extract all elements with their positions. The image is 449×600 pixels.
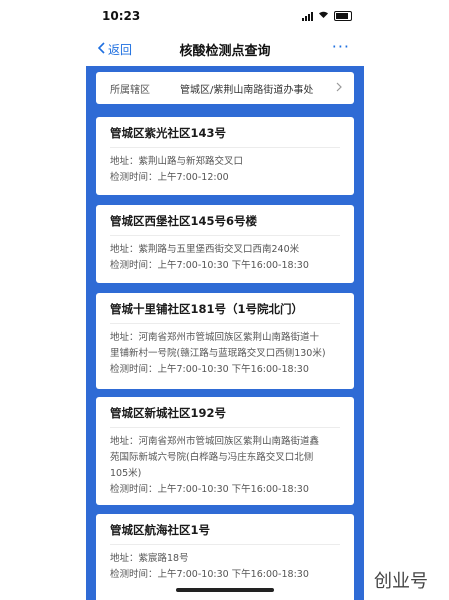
more-button[interactable]: ···: [332, 37, 350, 56]
site-name: 管城区新城社区192号: [110, 406, 227, 420]
site-info: 地址： 河南省郑州市管城回族区紫荆山南路街道鑫 苑国际新城六号院(白桦路与冯庄东路…: [96, 428, 354, 498]
hours-label: 检测时间：: [110, 364, 158, 375]
site-info: 地址： 河南省郑州市管城回族区紫荆山南路街道十 里铺新村一号院(赣江路与蓝珉路交叉…: [96, 324, 354, 378]
status-time: 10:23: [102, 9, 141, 23]
site-hours: 上午7:00-10:30 下午16:00-18:30: [157, 364, 309, 375]
wifi-icon: [318, 10, 329, 22]
site-info: 地址： 紫荆山路与新郑路交叉口 检测时间： 上午7:00-12:00: [96, 148, 354, 186]
site-address-line: 苑国际新城六号院(白桦路与冯庄东路交叉口北侧: [110, 452, 314, 463]
hours-label: 检测时间：: [110, 172, 158, 183]
battery-icon: [334, 11, 352, 21]
site-card[interactable]: 管城区紫光社区143号 地址： 紫荆山路与新郑路交叉口 检测时间： 上午7:00-1…: [96, 117, 354, 195]
site-address-line: 里铺新村一号院(赣江路与蓝珉路交叉口西侧130米): [110, 348, 326, 359]
hours-label: 检测时间：: [110, 484, 158, 495]
address-label: 地址：: [110, 156, 139, 167]
site-address-line: 河南省郑州市管城回族区紫荆山南路街道十: [138, 332, 320, 343]
site-hours: 上午7:00-10:30 下午16:00-18:30: [157, 260, 309, 271]
hours-label: 检测时间：: [110, 569, 158, 580]
nav-bar: 返回 核酸检测点查询 ···: [86, 32, 364, 66]
site-card[interactable]: 管城区西堡社区145号6号楼 地址： 紫荆路与五里堡西街交叉口西南240米 检测时…: [96, 205, 354, 283]
site-address-line: 紫荆路与五里堡西街交叉口西南240米: [138, 244, 300, 255]
district-selector[interactable]: 所属辖区 管城区/紫荆山南路街道办事处: [96, 72, 354, 104]
district-value: 管城区/紫荆山南路街道办事处: [180, 84, 314, 96]
address-label: 地址：: [110, 553, 139, 564]
watermark: 创业号: [374, 571, 428, 592]
signal-icon: [302, 11, 313, 21]
site-address-line: 紫宸路18号: [138, 553, 189, 564]
phone-screen: 10:23 返回 核酸检测点查询 ··· 所属辖区 管城区/紫荆山南路街道办事处…: [86, 0, 364, 600]
chevron-right-icon: [336, 82, 342, 95]
site-hours: 上午7:00-10:30 下午16:00-18:30: [157, 569, 309, 580]
hours-label: 检测时间：: [110, 260, 158, 271]
site-hours: 上午7:00-10:30 下午16:00-18:30: [157, 484, 309, 495]
site-name: 管城区西堡社区145号6号楼: [110, 214, 258, 228]
site-hours: 上午7:00-12:00: [157, 172, 229, 183]
page-title: 核酸检测点查询: [179, 44, 271, 59]
site-card[interactable]: 管城十里铺社区181号（1号院北门） 地址： 河南省郑州市管城回族区紫荆山南路街道…: [96, 293, 354, 389]
site-info: 地址： 紫荆路与五里堡西街交叉口西南240米 检测时间： 上午7:00-10:30 …: [96, 236, 354, 274]
address-label: 地址：: [110, 436, 139, 447]
home-indicator: [176, 588, 274, 592]
status-bar: 10:23: [86, 0, 364, 32]
site-name: 管城区紫光社区143号: [110, 126, 227, 140]
site-address-line: 紫荆山路与新郑路交叉口: [138, 156, 244, 167]
site-address-line: 105米): [110, 468, 142, 479]
site-card[interactable]: 管城区新城社区192号 地址： 河南省郑州市管城回族区紫荆山南路街道鑫 苑国际新城…: [96, 397, 354, 505]
address-label: 地址：: [110, 244, 139, 255]
status-icons: [302, 10, 352, 22]
site-info: 地址： 紫宸路18号 检测时间： 上午7:00-10:30 下午16:00-18:3…: [96, 545, 354, 583]
address-label: 地址：: [110, 332, 139, 343]
site-name: 管城区航海社区1号: [110, 523, 211, 537]
site-address-line: 河南省郑州市管城回族区紫荆山南路街道鑫: [138, 436, 320, 447]
district-label: 所属辖区: [110, 84, 150, 96]
site-name: 管城十里铺社区181号（1号院北门）: [110, 302, 304, 316]
